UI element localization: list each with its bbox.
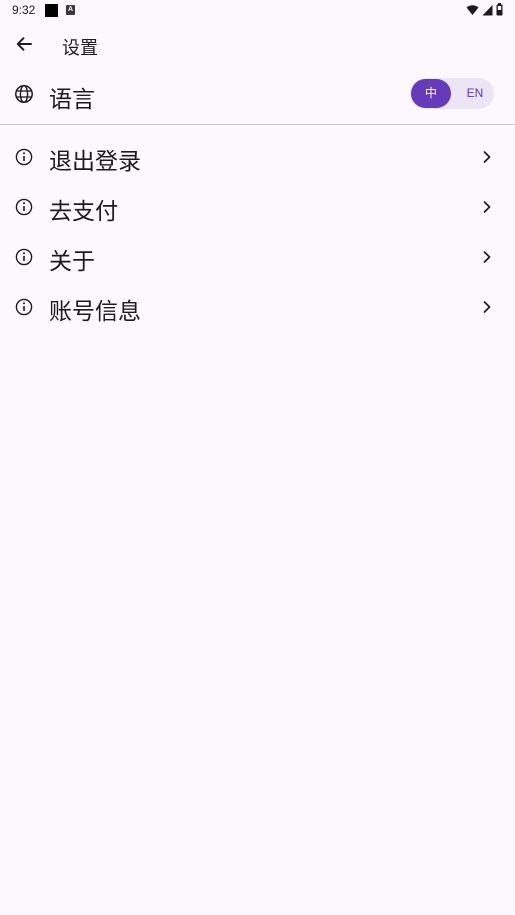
language-option-zh[interactable]: 中: [411, 79, 451, 108]
info-icon: [15, 298, 33, 316]
wifi-icon: [466, 4, 479, 15]
signal-icon: [482, 4, 493, 15]
status-icons: [466, 3, 503, 16]
battery-icon: [496, 3, 503, 16]
language-toggle[interactable]: 中 EN: [410, 78, 494, 109]
arrow-back-icon: [16, 37, 32, 51]
menu-item-about[interactable]: 关于: [0, 233, 515, 283]
menu-item-account-info[interactable]: 账号信息: [0, 283, 515, 333]
menu-item-label: 关于: [49, 249, 95, 275]
menu-item-label: 账号信息: [49, 299, 141, 325]
chevron-right-icon: [483, 151, 491, 163]
language-option-en[interactable]: EN: [456, 78, 494, 109]
status-time: 9:32: [12, 3, 36, 17]
language-label: 语言: [49, 87, 95, 113]
notification-a-icon: A: [66, 5, 75, 15]
language-row: 语言 中 EN: [0, 70, 515, 122]
page-title: 设置: [62, 38, 98, 59]
globe-icon: [15, 85, 33, 103]
status-bar: 9:32 A: [0, 0, 515, 22]
menu-item-label: 去支付: [49, 199, 118, 225]
chevron-right-icon: [483, 251, 491, 263]
app-bar: 设置: [0, 22, 515, 68]
info-icon: [15, 148, 33, 166]
menu-item-pay[interactable]: 去支付: [0, 183, 515, 233]
chevron-right-icon: [483, 201, 491, 213]
notification-square-icon: [45, 4, 58, 17]
info-icon: [15, 198, 33, 216]
info-icon: [15, 248, 33, 266]
settings-menu-list: 退出登录 去支付 关于 账号信息: [0, 133, 515, 333]
divider: [0, 124, 515, 125]
menu-item-logout[interactable]: 退出登录: [0, 133, 515, 183]
menu-item-label: 退出登录: [49, 149, 141, 175]
chevron-right-icon: [483, 301, 491, 313]
back-button[interactable]: [10, 30, 38, 58]
